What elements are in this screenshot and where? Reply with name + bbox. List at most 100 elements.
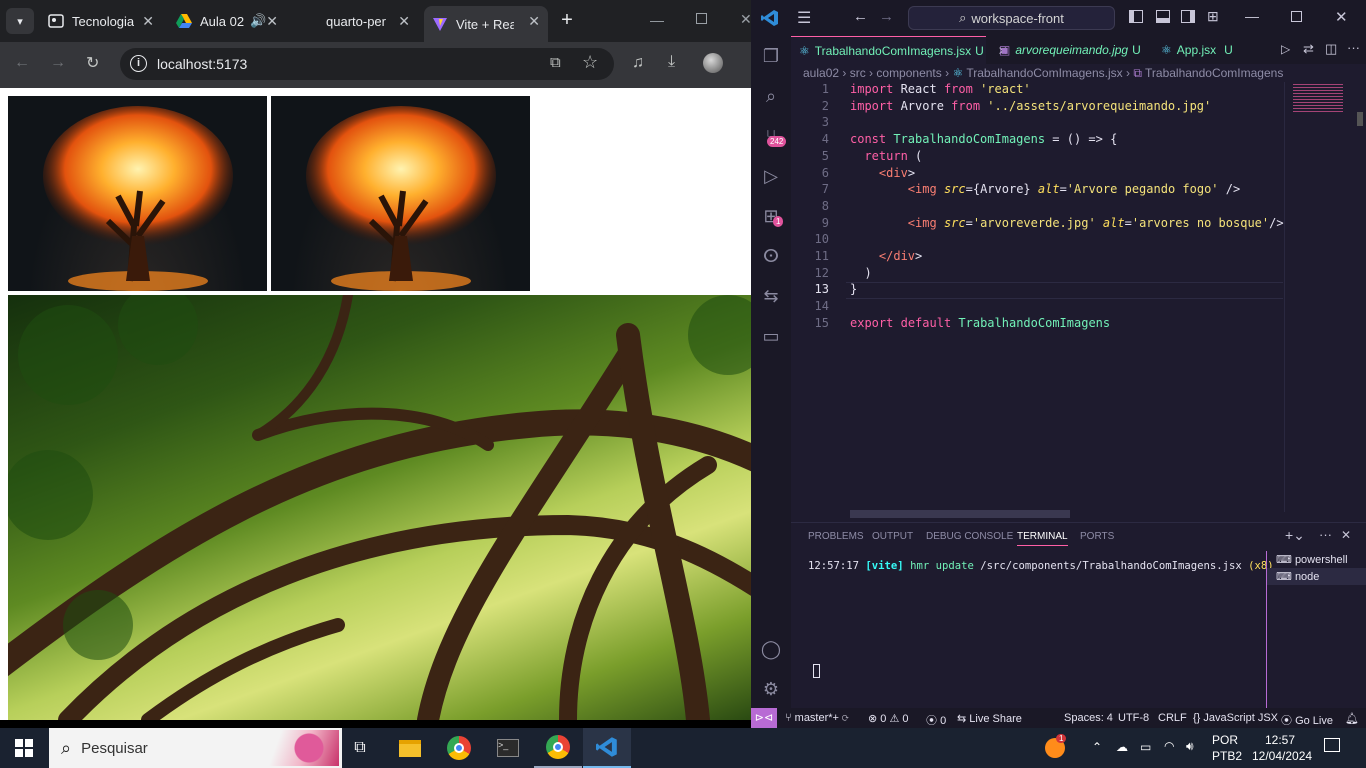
- wifi-icon[interactable]: ◠: [1164, 739, 1174, 753]
- more-icon[interactable]: ···: [1319, 527, 1332, 542]
- minimize-icon[interactable]: —: [650, 12, 664, 28]
- live-share-icon[interactable]: ⇆: [759, 284, 783, 308]
- maximize-icon[interactable]: [696, 13, 707, 24]
- breadcrumb-item[interactable]: TrabalhandoComImagens.jsx: [966, 66, 1122, 80]
- close-icon[interactable]: ✕: [266, 13, 278, 30]
- run-debug-icon[interactable]: ▷: [759, 164, 783, 188]
- terminal-item-powershell[interactable]: ⌨ powershell: [1267, 551, 1366, 568]
- encoding-status[interactable]: UTF-8: [1118, 712, 1149, 724]
- avatar[interactable]: [703, 53, 723, 73]
- code-line[interactable]: import React from 'react': [850, 82, 1031, 96]
- code-line[interactable]: export default TrabalhandoComImagens: [850, 316, 1110, 330]
- media-icon[interactable]: ♫: [632, 54, 644, 72]
- scrollbar-thumb[interactable]: [1357, 112, 1363, 126]
- reload-icon[interactable]: ↻: [86, 53, 99, 73]
- close-window-icon[interactable]: ✕: [740, 11, 751, 28]
- task-view-button[interactable]: ⧉: [336, 728, 384, 768]
- menu-icon[interactable]: ⋮: [744, 53, 751, 73]
- run-icon[interactable]: ▷: [1281, 42, 1290, 56]
- live-share-status[interactable]: ⇆ Live Share: [957, 712, 1022, 725]
- new-tab-button[interactable]: +: [557, 10, 577, 32]
- bell-icon[interactable]: 🔔︎: [1345, 712, 1359, 725]
- bookmark-star-icon[interactable]: ☆: [582, 52, 598, 73]
- download-icon[interactable]: ⤓: [668, 53, 675, 71]
- forward-icon[interactable]: →: [879, 8, 894, 25]
- breadcrumb-item[interactable]: components: [876, 66, 941, 80]
- more-icon[interactable]: ···: [1347, 40, 1360, 55]
- code-line[interactable]: </div>: [850, 249, 922, 263]
- gear-icon[interactable]: ⚙: [759, 677, 783, 701]
- forward-icon[interactable]: →: [50, 54, 66, 72]
- tab-app[interactable]: ⚛ App.jsx U: [1153, 36, 1253, 64]
- volume-icon[interactable]: 🔊︎: [1186, 739, 1194, 754]
- remote-explorer-icon[interactable]: ▭: [759, 324, 783, 348]
- go-live-status[interactable]: ⦿ Go Live: [1281, 712, 1333, 728]
- back-icon[interactable]: ←: [853, 8, 868, 25]
- translate-icon[interactable]: ⧉: [550, 54, 561, 71]
- close-icon[interactable]: ✕: [142, 13, 154, 30]
- editor-horizontal-scrollbar[interactable]: [850, 510, 1070, 518]
- tab-ports[interactable]: PORTS: [1080, 531, 1114, 542]
- tab-terminal[interactable]: TERMINAL: [1017, 531, 1068, 546]
- code-line[interactable]: ): [850, 266, 871, 280]
- site-info-icon[interactable]: i: [130, 55, 147, 72]
- minimap[interactable]: [1284, 82, 1363, 512]
- battery-icon[interactable]: ▭: [1140, 740, 1151, 754]
- branch-status[interactable]: ⑂ master*+ ⟳: [785, 712, 849, 724]
- tab-output[interactable]: OUTPUT: [872, 531, 913, 542]
- breadcrumb-item[interactable]: src: [850, 66, 866, 80]
- close-icon[interactable]: ✕: [398, 13, 410, 30]
- tab-trabalhando[interactable]: ⚛ TrabalhandoComImagens.jsx U ✕: [791, 36, 1008, 64]
- terminal-output[interactable]: 12:57:17 [vite] hmr update /src/componen…: [808, 560, 1274, 572]
- tab-quarto[interactable]: quarto-per ✕: [296, 6, 418, 36]
- cloud-icon[interactable]: ☁: [1116, 740, 1128, 754]
- terminal-button[interactable]: >_: [484, 728, 532, 768]
- chevron-up-icon[interactable]: ⌃: [1092, 740, 1102, 754]
- tab-aula02[interactable]: Aula 02 🔊 ✕: [168, 6, 286, 36]
- code-line[interactable]: const TrabalhandoComImagens = () => {: [850, 132, 1117, 146]
- toggle-panel-icon[interactable]: [1156, 10, 1170, 23]
- clock[interactable]: 12:57 12/04/2024: [1252, 732, 1312, 764]
- code-line[interactable]: return (: [850, 149, 922, 163]
- chrome-profile-button[interactable]: [534, 728, 582, 768]
- tab-debug-console[interactable]: DEBUG CONSOLE: [926, 531, 1013, 542]
- remote-button[interactable]: ⊳⊲: [751, 708, 777, 728]
- taskbar-search[interactable]: ⌕ Pesquisar: [49, 728, 342, 768]
- menu-icon[interactable]: ☰: [797, 8, 811, 28]
- chrome-button[interactable]: [435, 728, 483, 768]
- speaker-icon[interactable]: 🔊: [250, 13, 266, 29]
- file-explorer-button[interactable]: [386, 728, 434, 768]
- command-center-search[interactable]: ⌕ workspace-front: [908, 6, 1115, 30]
- split-editor-icon[interactable]: ◫: [1325, 41, 1337, 57]
- tab-tecnologia[interactable]: Tecnologia ✕: [40, 6, 162, 36]
- minimize-icon[interactable]: —: [1245, 8, 1259, 24]
- input-language[interactable]: POR PTB2: [1212, 732, 1242, 764]
- problems-status[interactable]: ⊗ 0 ⚠ 0: [868, 712, 909, 725]
- close-icon[interactable]: ✕: [528, 13, 540, 30]
- language-status[interactable]: {} JavaScript JSX: [1193, 712, 1278, 724]
- python-icon[interactable]: ⵙ: [759, 244, 783, 268]
- search-icon[interactable]: ⌕: [759, 84, 783, 108]
- close-window-icon[interactable]: ✕: [1335, 8, 1348, 26]
- tab-search-button[interactable]: ▾: [6, 8, 34, 34]
- back-icon[interactable]: ←: [14, 54, 30, 72]
- new-terminal-icon[interactable]: +⌄: [1285, 527, 1305, 544]
- breadcrumb-item[interactable]: TrabalhandoComImagens: [1145, 66, 1283, 80]
- toggle-secondary-sidebar-icon[interactable]: [1181, 10, 1195, 23]
- close-panel-icon[interactable]: ✕: [1341, 528, 1351, 542]
- code-line[interactable]: <div>: [850, 166, 915, 180]
- explorer-icon[interactable]: ❐: [759, 44, 783, 68]
- indentation-status[interactable]: Spaces: 4: [1064, 712, 1113, 724]
- code-line[interactable]: <img src={Arvore} alt='Arvore pegando fo…: [850, 182, 1240, 196]
- notifications-icon[interactable]: [1324, 738, 1340, 752]
- tab-vite-react[interactable]: Vite + React ✕: [424, 6, 548, 42]
- ports-status[interactable]: ⦿ 0: [926, 712, 946, 728]
- toggle-sidebar-icon[interactable]: [1129, 10, 1143, 23]
- address-bar[interactable]: i localhost:5173 ⧉ ☆: [120, 48, 614, 80]
- maximize-icon[interactable]: [1291, 11, 1302, 22]
- eol-status[interactable]: CRLF: [1158, 712, 1187, 724]
- code-line[interactable]: import Arvore from '../assets/arvorequei…: [850, 99, 1211, 113]
- vscode-taskbar-button[interactable]: [583, 728, 631, 768]
- terminal-item-node[interactable]: ⌨ node: [1267, 568, 1366, 585]
- start-button[interactable]: [0, 728, 48, 768]
